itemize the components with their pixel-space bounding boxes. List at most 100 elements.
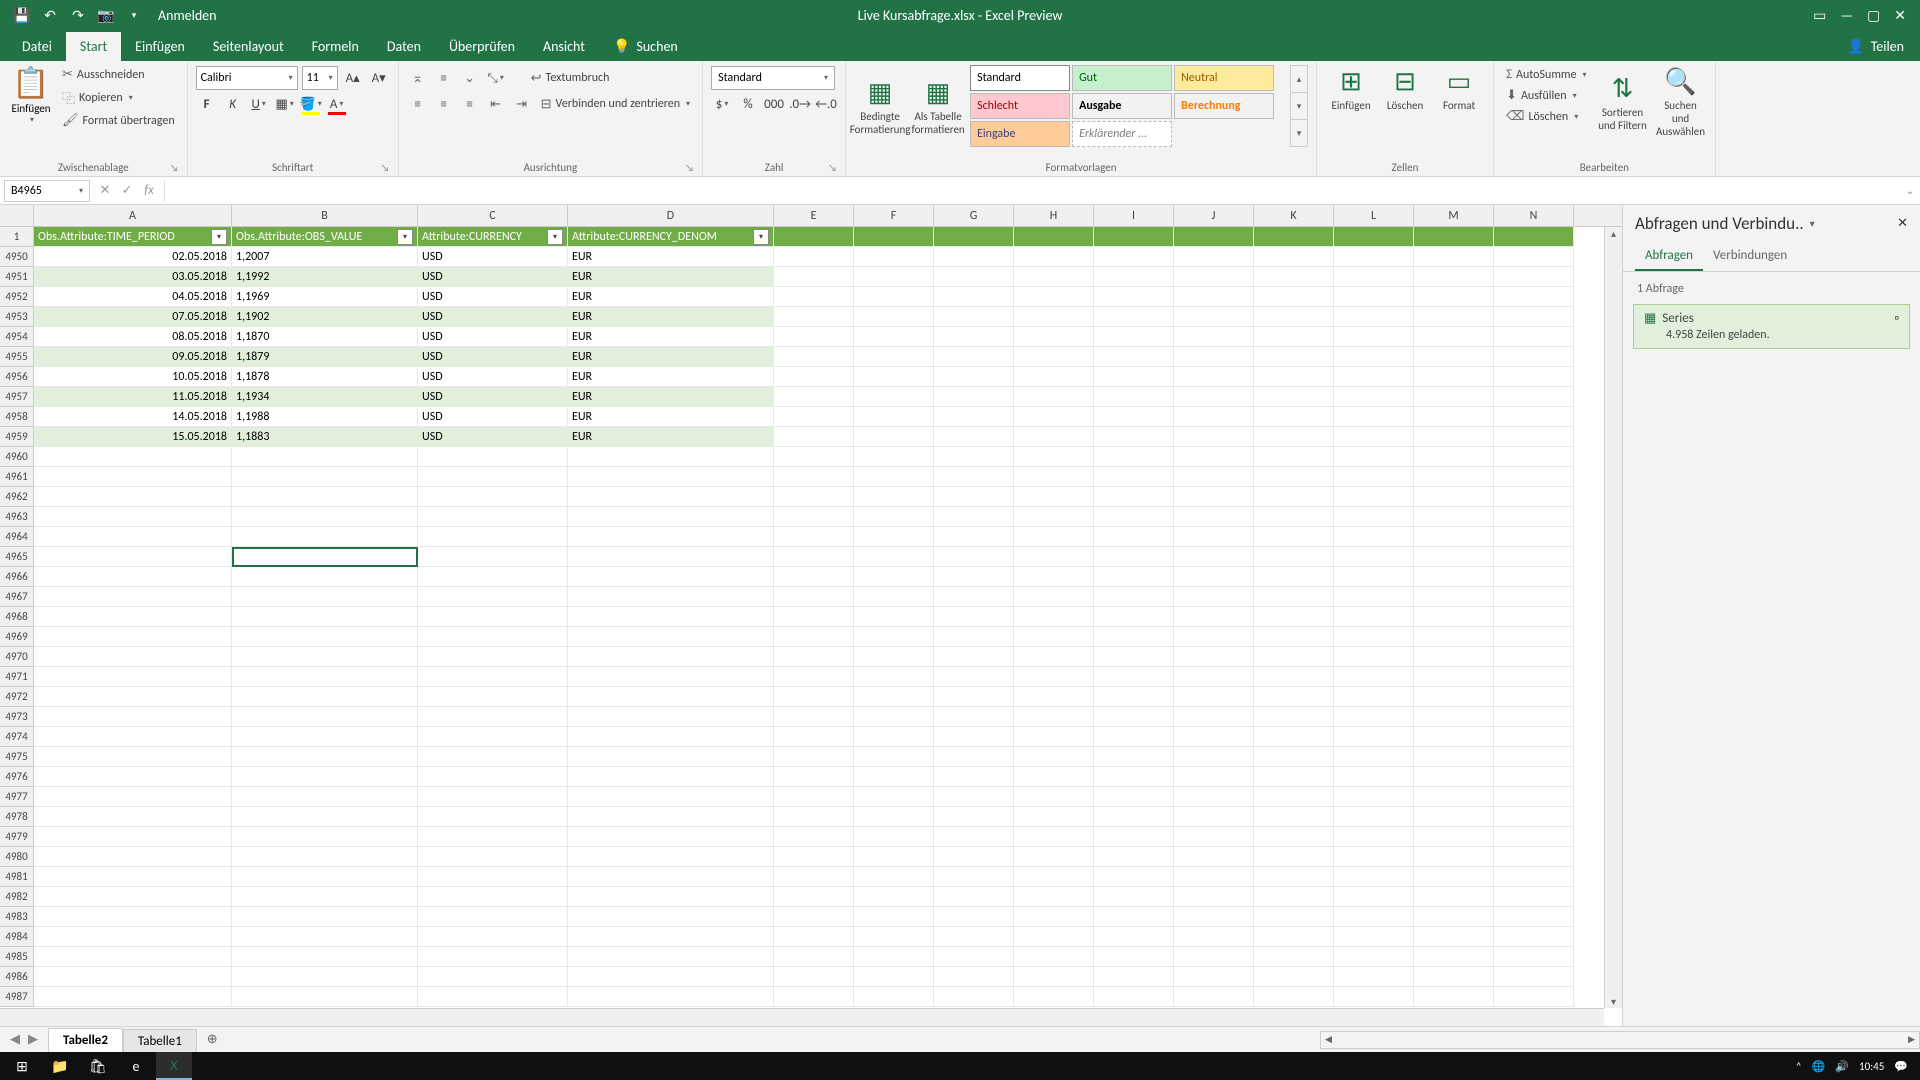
cell[interactable] [1174,487,1254,507]
format-cells-button[interactable]: ▭Format [1433,65,1485,112]
cell[interactable] [1334,387,1414,407]
italic-button[interactable]: K [222,93,244,115]
cell[interactable] [1414,287,1494,307]
tab-start[interactable]: Start [66,32,121,61]
cell[interactable] [1014,507,1094,527]
cell[interactable] [934,847,1014,867]
row-header[interactable]: 4968 [0,607,34,627]
row-header[interactable]: 4966 [0,567,34,587]
cell[interactable] [774,287,854,307]
ribbon-display-icon[interactable]: ▭ [1813,7,1826,24]
qat-customize-icon[interactable]: ▾ [124,6,144,26]
increase-font-icon[interactable]: A▴ [342,67,364,89]
cell[interactable] [854,287,934,307]
cell[interactable] [1254,547,1334,567]
cell[interactable] [1494,947,1574,967]
cell[interactable] [1014,887,1094,907]
cell[interactable] [418,447,568,467]
cell[interactable] [1334,907,1414,927]
cell[interactable] [1174,827,1254,847]
scroll-left-icon[interactable]: ◀ [1321,1034,1336,1045]
conditional-formatting-button[interactable]: ▦Bedingte Formatierung [854,65,906,147]
cell[interactable] [1254,407,1334,427]
row-header[interactable]: 4954 [0,327,34,347]
enter-formula-icon[interactable]: ✓ [116,180,138,202]
cell[interactable] [1014,927,1094,947]
filter-dropdown-icon[interactable]: ▾ [211,229,227,245]
cell[interactable] [1174,407,1254,427]
cell[interactable] [1014,747,1094,767]
tab-ansicht[interactable]: Ansicht [529,32,599,61]
cell[interactable] [854,527,934,547]
chevron-down-icon[interactable]: ▾ [1810,217,1815,230]
cell[interactable] [1414,747,1494,767]
cell[interactable]: USD [418,307,568,327]
cell[interactable] [1334,787,1414,807]
cell[interactable] [1414,447,1494,467]
cell[interactable] [1094,887,1174,907]
row-header[interactable]: 4962 [0,487,34,507]
cell[interactable] [1414,247,1494,267]
cell[interactable] [1014,407,1094,427]
taskbar-explorer-icon[interactable]: 📁 [42,1052,78,1080]
cell[interactable] [568,547,774,567]
row-header[interactable]: 4973 [0,707,34,727]
cell[interactable] [418,467,568,487]
cell[interactable] [1254,747,1334,767]
redo-icon[interactable]: ↷ [68,6,88,26]
tab-ueberpruefen[interactable]: Überprüfen [435,32,529,61]
row-header[interactable]: 4978 [0,807,34,827]
cell[interactable] [1494,887,1574,907]
cell[interactable] [1254,607,1334,627]
cell[interactable] [1414,647,1494,667]
cell[interactable] [854,547,934,567]
borders-button[interactable]: ▦▾ [274,93,296,115]
cell[interactable] [1174,947,1254,967]
cell[interactable] [1334,287,1414,307]
cell[interactable] [1094,427,1174,447]
col-header-H[interactable]: H [1014,205,1094,226]
cell[interactable] [232,807,418,827]
filter-dropdown-icon[interactable]: ▾ [547,229,563,245]
row-header[interactable]: 4957 [0,387,34,407]
align-left-icon[interactable]: ≡ [407,93,429,115]
cell[interactable]: 1,2007 [232,247,418,267]
cell[interactable] [1014,627,1094,647]
cell[interactable] [1494,267,1574,287]
cell[interactable] [934,987,1014,1007]
row-header[interactable]: 4980 [0,847,34,867]
cell[interactable] [232,787,418,807]
cell[interactable] [1014,867,1094,887]
row-header[interactable]: 4964 [0,527,34,547]
cell[interactable] [1254,967,1334,987]
cell[interactable] [1174,287,1254,307]
decrease-indent-icon[interactable]: ⇤ [485,93,507,115]
cell[interactable]: Obs.Attribute:TIME_PERIOD▾ [34,227,232,247]
row-header[interactable]: 4987 [0,987,34,1007]
cell[interactable] [1174,467,1254,487]
undo-icon[interactable]: ↶ [40,6,60,26]
cell[interactable] [418,727,568,747]
cell[interactable] [1494,287,1574,307]
pane-tab-verbindungen[interactable]: Verbindungen [1703,242,1797,271]
cell[interactable] [934,867,1014,887]
cell[interactable] [1254,667,1334,687]
cell[interactable]: USD [418,407,568,427]
cell[interactable] [1494,247,1574,267]
col-header-C[interactable]: C [418,205,568,226]
cell[interactable] [1014,367,1094,387]
dialog-launcher-icon[interactable]: ↘ [685,161,694,174]
cell[interactable] [1334,307,1414,327]
cell[interactable] [418,767,568,787]
cell[interactable] [34,447,232,467]
cell[interactable] [854,407,934,427]
cell[interactable] [934,347,1014,367]
cell[interactable] [934,327,1014,347]
cell[interactable] [854,847,934,867]
cut-button[interactable]: ✂Ausschneiden [58,65,179,84]
font-size-combo[interactable]: 11▾ [302,66,338,90]
align-middle-icon[interactable]: ≡ [433,67,455,89]
cell[interactable] [232,627,418,647]
cell[interactable] [854,667,934,687]
close-pane-icon[interactable]: ✕ [1897,216,1908,231]
